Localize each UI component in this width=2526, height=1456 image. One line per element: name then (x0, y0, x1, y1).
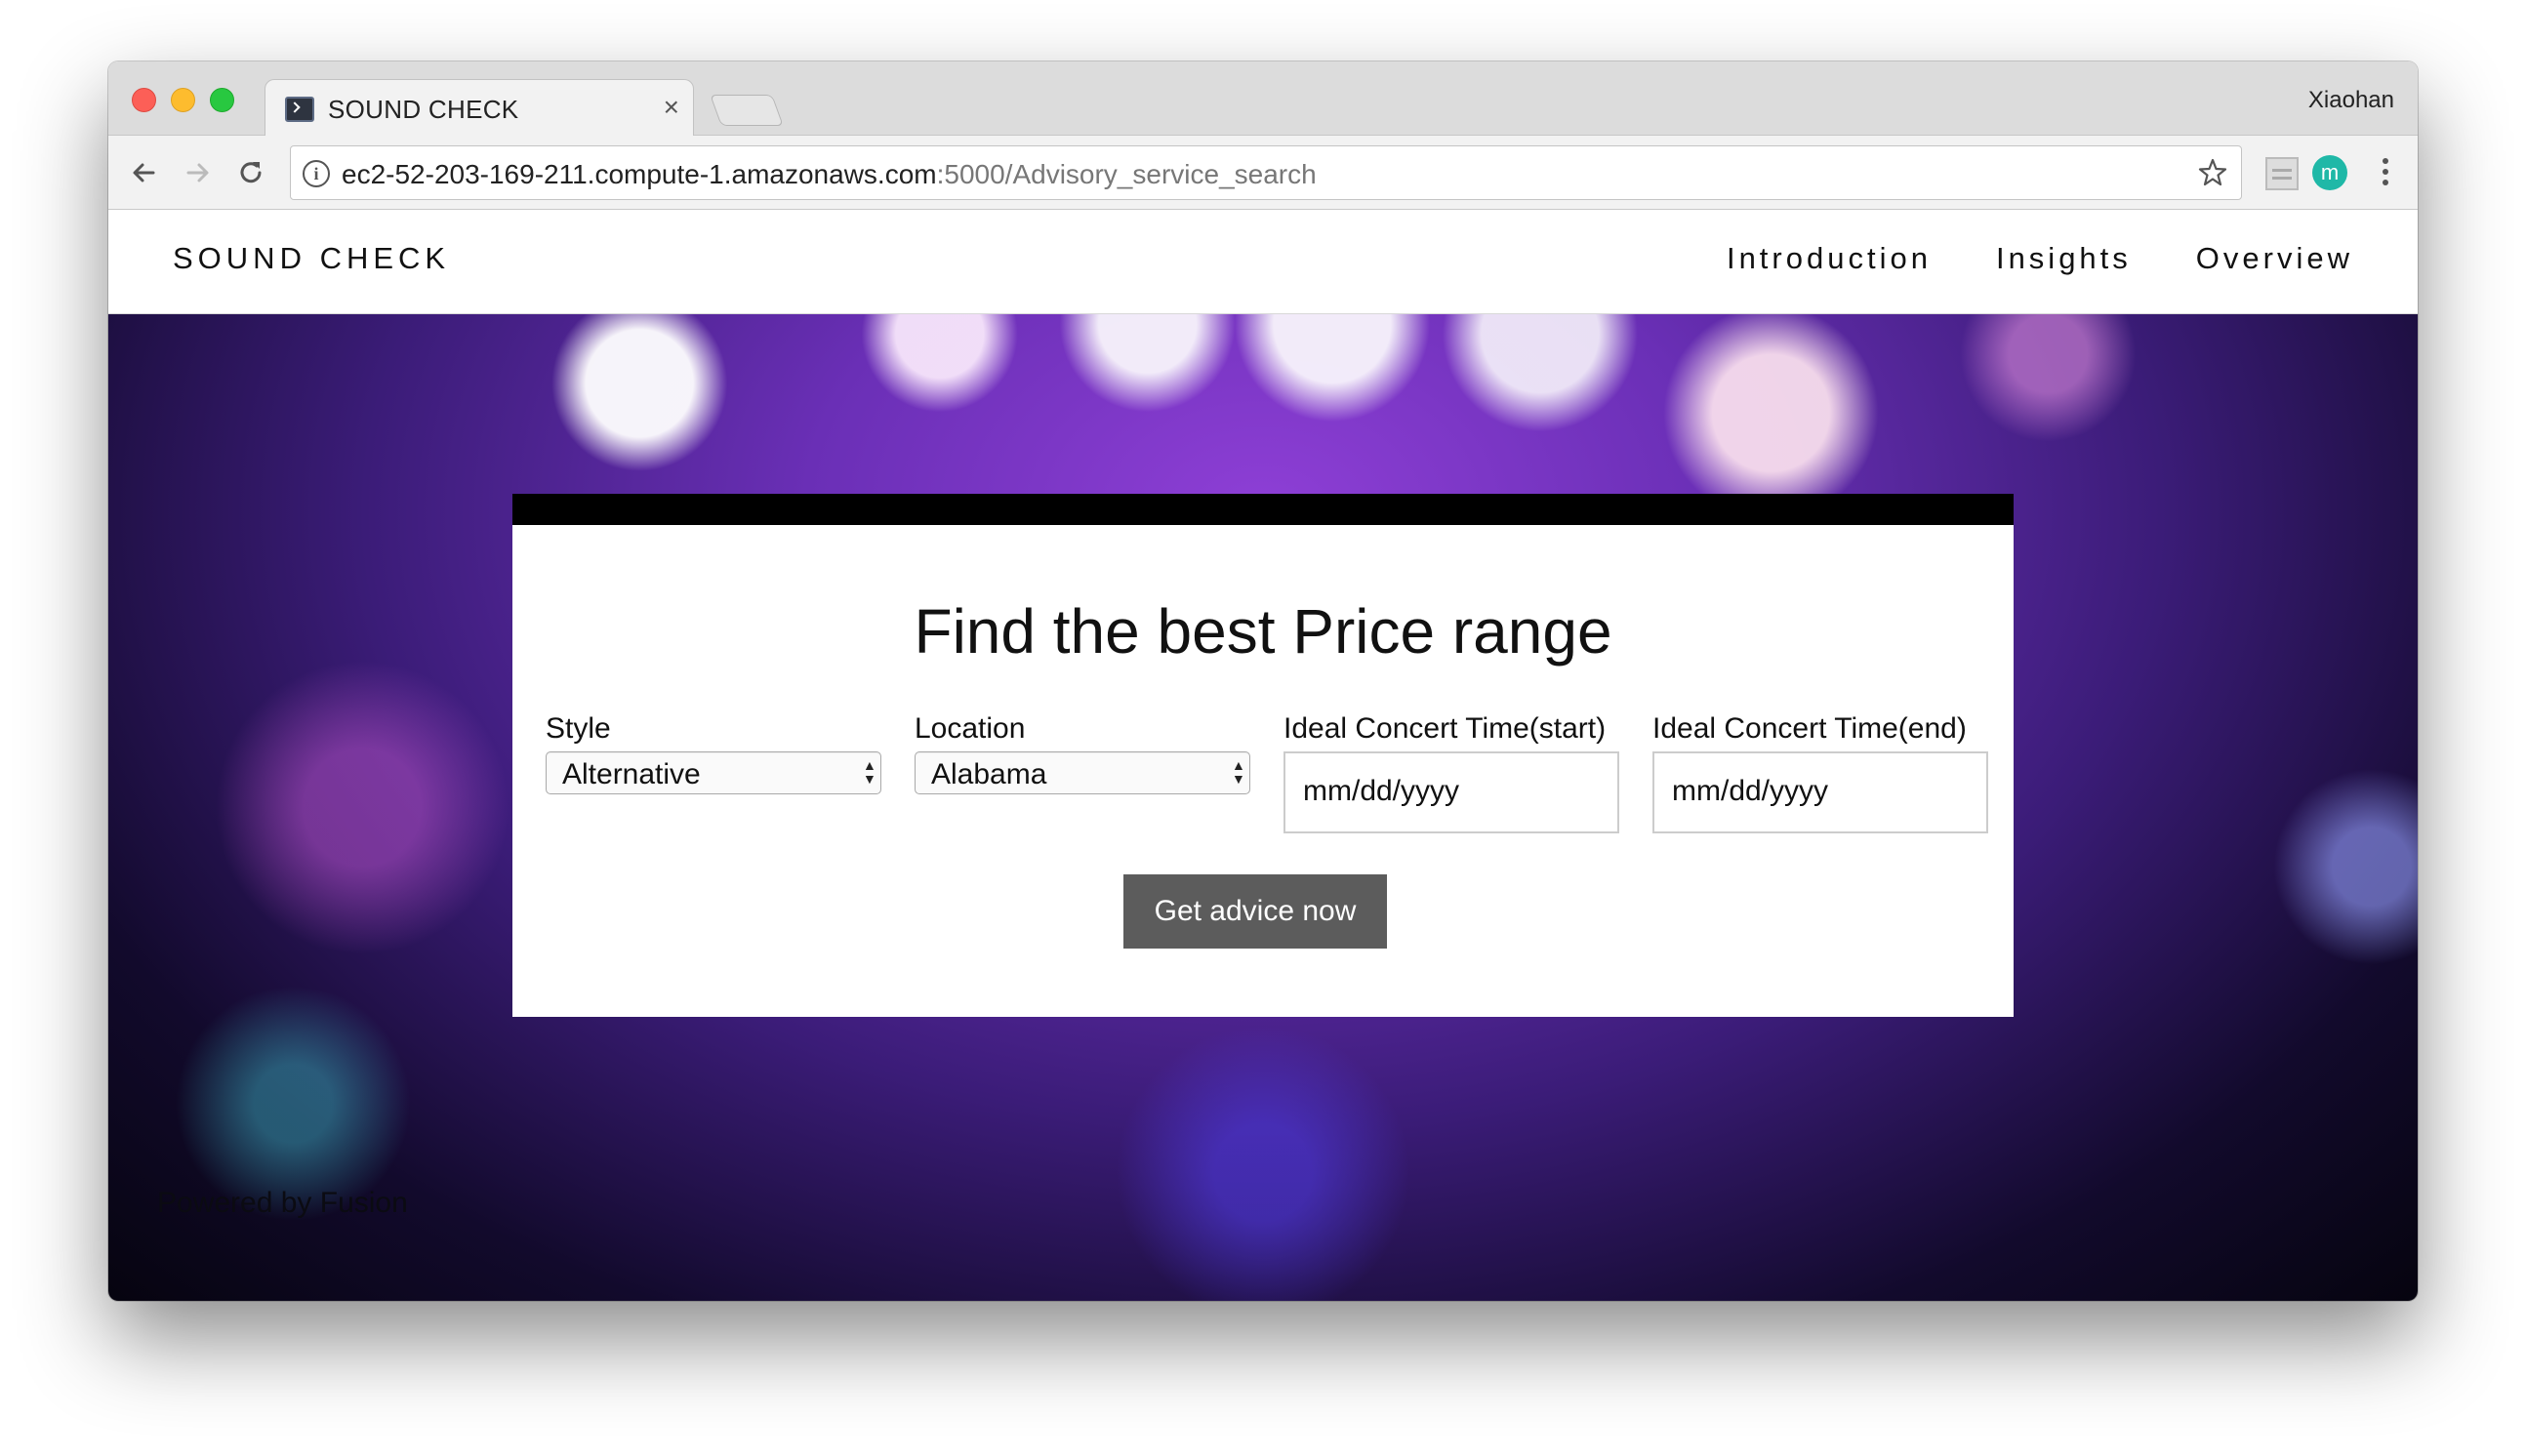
nav-link-introduction[interactable]: Introduction (1727, 241, 1932, 276)
reload-button[interactable] (231, 153, 270, 192)
forward-button[interactable] (179, 153, 218, 192)
url-path: :5000/Advisory_service_search (936, 159, 1317, 189)
arrow-left-icon (133, 163, 155, 182)
more-menu-icon[interactable] (2381, 155, 2390, 190)
new-tab-button[interactable] (710, 95, 784, 126)
address-bar[interactable]: i ec2-52-203-169-211.compute-1.amazonaws… (290, 145, 2242, 200)
select-arrows-icon: ▲▼ (1232, 757, 1245, 787)
web-page: SOUND CHECK Introduction Insights Overvi… (108, 210, 2418, 1301)
profile-name[interactable]: Xiaohan (2308, 87, 2394, 114)
nav-link-overview[interactable]: Overview (2196, 241, 2353, 276)
tab-strip: SOUND CHECK × Xiaohan (108, 61, 2418, 138)
reload-icon (240, 162, 262, 183)
info-icon[interactable]: i (303, 160, 330, 187)
end-date-input[interactable]: mm/dd/yyyy (1652, 751, 1988, 833)
concert-hero-background: Find the best Price range Style Alternat… (108, 314, 2418, 1301)
end-date-value: mm/dd/yyyy (1672, 775, 1829, 807)
zoom-window-button[interactable] (210, 88, 234, 112)
browser-tab[interactable]: SOUND CHECK × (265, 79, 694, 138)
terminal-favicon-icon (285, 97, 314, 122)
bookmark-star-icon[interactable] (2196, 156, 2229, 189)
close-window-button[interactable] (132, 88, 156, 112)
browser-toolbar: i ec2-52-203-169-211.compute-1.amazonaws… (108, 136, 2418, 210)
card-header-bar (512, 494, 2014, 525)
location-select[interactable]: Alabama ▲▼ (915, 751, 1250, 794)
start-date-input[interactable]: mm/dd/yyyy (1283, 751, 1619, 833)
search-card: Find the best Price range Style Alternat… (512, 494, 2014, 1017)
style-label: Style (546, 712, 611, 745)
start-time-label: Ideal Concert Time(start) (1283, 712, 1607, 745)
card-title: Find the best Price range (914, 596, 1612, 667)
close-tab-icon[interactable]: × (664, 92, 679, 122)
minimize-window-button[interactable] (171, 88, 195, 112)
style-select[interactable]: Alternative ▲▼ (546, 751, 881, 794)
tab-title: SOUND CHECK (328, 95, 519, 124)
location-label: Location (915, 712, 1026, 745)
browser-window: SOUND CHECK × Xiaohan i ec2-52-203-169-2… (108, 61, 2418, 1301)
start-date-value: mm/dd/yyyy (1303, 775, 1460, 807)
site-navbar: SOUND CHECK Introduction Insights Overvi… (108, 210, 2418, 314)
arrow-right-icon (186, 163, 209, 182)
location-select-value: Alabama (931, 758, 1047, 790)
extension-icon[interactable] (2265, 157, 2299, 190)
get-advice-button[interactable]: Get advice now (1123, 874, 1387, 949)
url-text[interactable]: ec2-52-203-169-211.compute-1.amazonaws.c… (342, 159, 1317, 190)
end-time-label: Ideal Concert Time(end) (1652, 712, 1967, 745)
back-button[interactable] (124, 153, 163, 192)
nav-link-insights[interactable]: Insights (1996, 241, 2132, 276)
style-select-value: Alternative (562, 758, 701, 790)
nav-links: Introduction Insights Overview (1727, 241, 2353, 276)
site-brand[interactable]: SOUND CHECK (173, 241, 450, 276)
footer-credit: Powered by Fusion (157, 1187, 408, 1219)
select-arrows-icon: ▲▼ (863, 757, 876, 787)
url-host: ec2-52-203-169-211.compute-1.amazonaws.c… (342, 159, 937, 189)
extension-avatar-icon[interactable]: m (2312, 155, 2347, 190)
